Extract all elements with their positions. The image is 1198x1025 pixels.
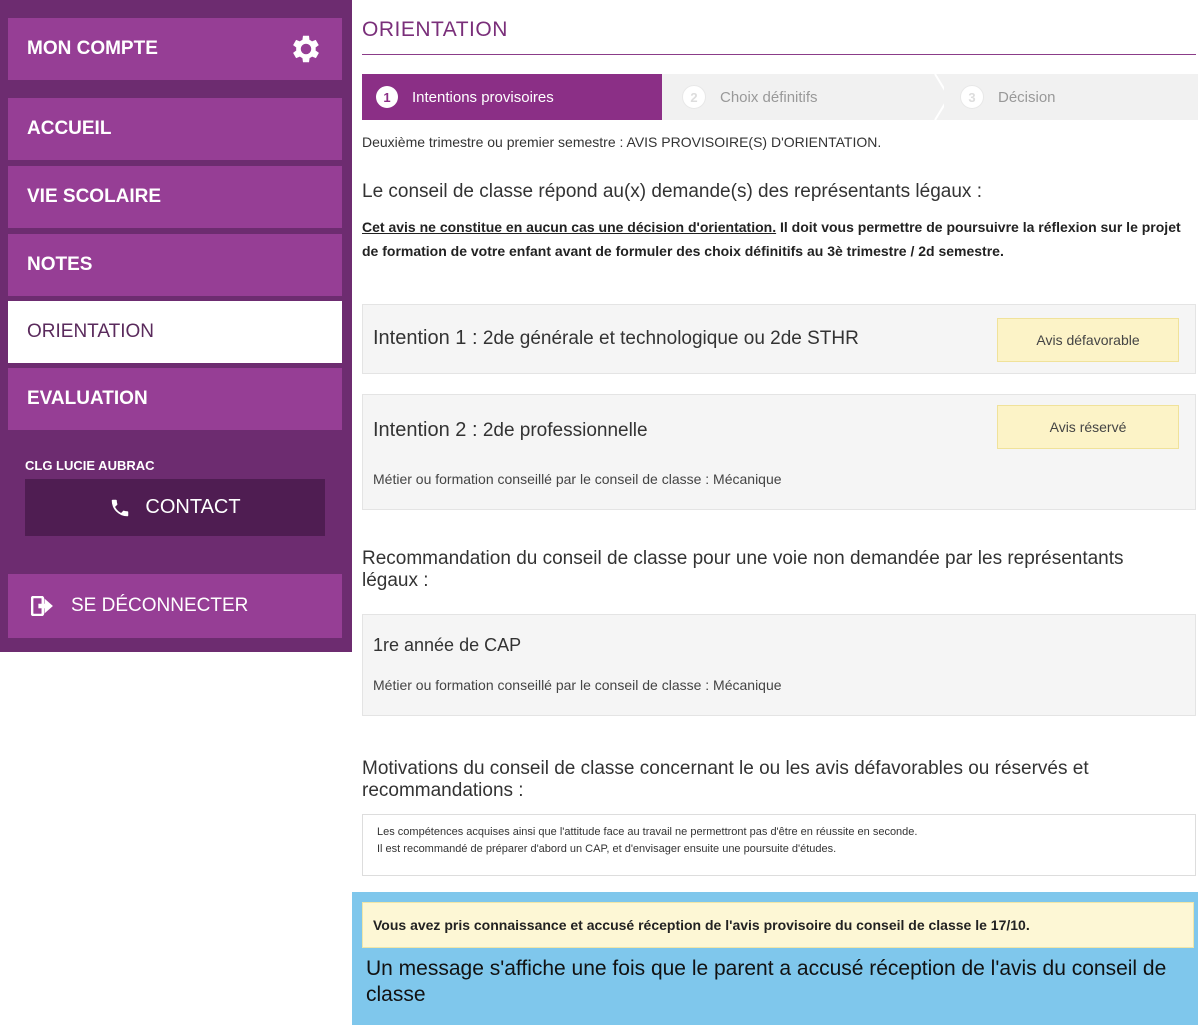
- step-intentions-provisoires[interactable]: 1 Intentions provisoires: [362, 74, 662, 120]
- contact-button[interactable]: CONTACT: [25, 479, 325, 536]
- phone-icon: [112, 499, 129, 516]
- callout-text: Un message s'affiche une fois que le par…: [366, 957, 1167, 1006]
- sidebar-item-label: MON COMPTE: [27, 38, 158, 59]
- school-name: CLG LUCIE AUBRAC: [25, 458, 155, 473]
- motivations-box: Les compétences acquises ainsi que l'att…: [362, 814, 1196, 876]
- sidebar-item-label: NOTES: [27, 254, 93, 275]
- intention-title: Intention 1 : 2de générale et technologi…: [373, 327, 859, 350]
- sidebar-item-vie-scolaire[interactable]: VIE SCOLAIRE: [8, 166, 342, 228]
- motivations-heading: Motivations du conseil de classe concern…: [362, 758, 1089, 801]
- sidebar-item-accueil[interactable]: ACCUEIL: [8, 98, 342, 160]
- avis-badge: Avis défavorable: [997, 318, 1179, 362]
- intention-label: Intention 2 :: [373, 419, 478, 441]
- contact-label: CONTACT: [145, 496, 241, 518]
- intention-label: Intention 1 :: [373, 327, 478, 349]
- sidebar-item-label: ACCUEIL: [27, 118, 112, 139]
- step-decision[interactable]: 3 Décision: [944, 74, 1198, 120]
- intention-panel: Intention 1 : 2de générale et technologi…: [362, 304, 1196, 374]
- sidebar-item-mon-compte[interactable]: MON COMPTE: [8, 18, 342, 80]
- step-number: 2: [682, 85, 706, 109]
- recommendation-heading: Recommandation du conseil de classe pour…: [362, 548, 1124, 591]
- sidebar-item-notes[interactable]: NOTES: [8, 234, 342, 296]
- sidebar: MON COMPTE ACCUEIL VIE SCOLAIRE NOTES OR…: [0, 0, 352, 652]
- recommendation-title: 1re année de CAP: [373, 635, 522, 655]
- conseil-heading: Le conseil de classe répond au(x) demand…: [362, 181, 982, 202]
- intention-panel: Intention 2 : 2de professionnelle Avis r…: [362, 394, 1196, 510]
- stepper: 1 Intentions provisoires 2 Choix définit…: [362, 74, 1198, 120]
- sidebar-item-label: EVALUATION: [27, 388, 148, 409]
- step-label: Décision: [998, 88, 1056, 106]
- sidebar-item-evaluation[interactable]: EVALUATION: [8, 368, 342, 430]
- step-choix-definitifs[interactable]: 2 Choix définitifs: [662, 74, 944, 120]
- intention-value: 2de générale et technologique ou 2de STH…: [482, 328, 859, 349]
- sidebar-item-label: ORIENTATION: [27, 321, 155, 342]
- logout-label: SE DÉCONNECTER: [71, 595, 249, 616]
- motivations-line: Les compétences acquises ainsi que l'att…: [377, 826, 918, 838]
- warning-text: Cet avis ne constitue en aucun cas une d…: [362, 215, 1198, 263]
- motivations-line: Il est recommandé de préparer d'abord un…: [377, 843, 837, 855]
- intention-note: Métier ou formation conseillé par le con…: [373, 471, 782, 487]
- logout-button[interactable]: SE DÉCONNECTER: [8, 574, 342, 638]
- acknowledgement-message: Vous avez pris connaissance et accusé ré…: [362, 902, 1194, 948]
- warning-underlined: Cet avis ne constitue en aucun cas une d…: [362, 219, 777, 235]
- step-label: Choix définitifs: [720, 88, 818, 106]
- intention-title: Intention 2 : 2de professionnelle: [373, 419, 648, 442]
- step-number: 1: [376, 86, 398, 108]
- sidebar-item-label: VIE SCOLAIRE: [27, 186, 162, 207]
- period-text: Deuxième trimestre ou premier semestre :…: [362, 134, 882, 150]
- step-number: 3: [960, 85, 984, 109]
- logout-icon: [31, 596, 53, 616]
- step-label: Intentions provisoires: [412, 88, 554, 106]
- gear-icon[interactable]: [288, 31, 324, 67]
- title-divider: [362, 54, 1196, 55]
- avis-badge: Avis réservé: [997, 405, 1179, 449]
- recommendation-note: Métier ou formation conseillé par le con…: [373, 677, 782, 693]
- intention-value: 2de professionnelle: [482, 420, 648, 441]
- page-title: ORIENTATION: [362, 18, 508, 41]
- sidebar-item-orientation[interactable]: ORIENTATION: [8, 301, 342, 363]
- recommendation-panel: 1re année de CAP Métier ou formation con…: [362, 614, 1196, 716]
